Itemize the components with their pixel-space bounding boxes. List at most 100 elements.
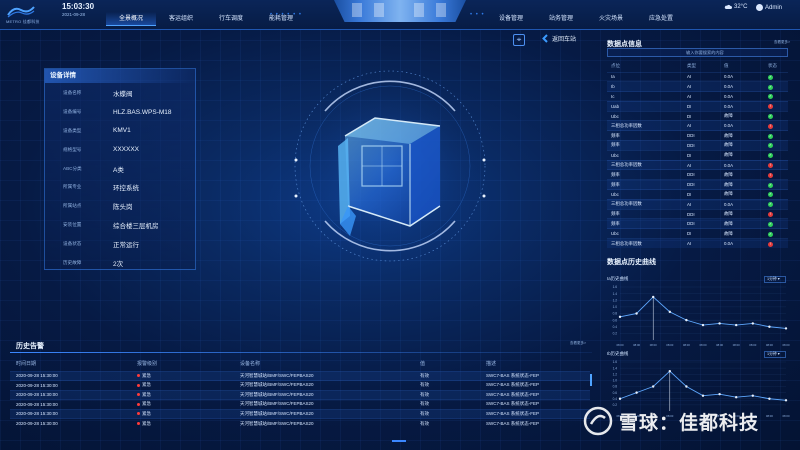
detail-key: 设备编号: [63, 109, 82, 115]
alarm-dot-icon: [137, 374, 140, 378]
datapoint-row[interactable]: Ubc DI 故障 ✓: [607, 110, 788, 121]
datapoint-row[interactable]: 频率 DDI 故障 ✓: [607, 140, 788, 151]
data-point[interactable]: [668, 369, 671, 373]
data-point[interactable]: [635, 391, 638, 394]
alarm-row[interactable]: 2020-09-28 15:30:00 紧急 天河智慧城站/BMF/SWC/FEPB…: [10, 399, 590, 409]
alarm-row[interactable]: 2020-09-28 15:30:00 紧急 天河智慧城站/BMF/SWC/FEPB…: [10, 389, 590, 400]
datapoint-row[interactable]: Ib AI 0.0A ✓: [607, 81, 788, 92]
nav-overview[interactable]: 全景概况: [106, 12, 156, 26]
alarm-dot-icon: [137, 421, 140, 425]
data-point[interactable]: [718, 392, 721, 396]
datapoint-row[interactable]: Ubc DI 故障 ✓: [607, 228, 788, 239]
alarm-row[interactable]: 2020-09-28 15:30:00 紧急 天河智慧城站/BMF/SWC/FEPB…: [10, 380, 590, 390]
data-point[interactable]: [735, 323, 738, 327]
datapoint-value: 0.0A: [724, 91, 768, 102]
datapoint-point: 频率: [607, 169, 687, 180]
data-point[interactable]: [685, 318, 688, 322]
datapoint-value: 故障: [724, 149, 768, 161]
datapoint-value: 0.0A: [724, 100, 768, 112]
detail-key: 设备名称: [63, 90, 82, 96]
data-point[interactable]: [768, 397, 771, 400]
datapoint-type: DDI: [687, 130, 724, 141]
interval-select-ia[interactable]: 1分钟 ▾: [764, 276, 786, 283]
x-tick-label: 08:00: [683, 343, 690, 347]
datapoint-row[interactable]: 频率 DDI 故障!: [607, 208, 788, 219]
curve-ia-title: Ia历史曲线: [607, 276, 629, 281]
user-menu[interactable]: Admin: [756, 4, 782, 11]
col-type: 类型: [687, 62, 696, 68]
datapoint-row[interactable]: 三相总功率因数 AI 0.0A!: [607, 159, 788, 170]
nav-passenger[interactable]: 客运组织: [156, 12, 206, 26]
datapoint-row[interactable]: 频率 DDI 故障 ✓: [607, 179, 788, 190]
nav-emergency[interactable]: 应急处置: [636, 12, 686, 26]
alarm-row[interactable]: 2020-09-28 15:30:00 紧急 天河智慧城站/BMF/SWC/FEPB…: [10, 418, 590, 428]
x-tick-label: 08:00: [733, 343, 740, 347]
data-point[interactable]: [768, 325, 771, 328]
data-point[interactable]: [668, 310, 671, 314]
data-point[interactable]: [618, 315, 622, 319]
datapoint-row[interactable]: Ic AI 0.0A ✓: [607, 91, 788, 102]
datapoint-row[interactable]: Uab DI 0.0A!: [607, 100, 788, 112]
y-tick-label: 0.8: [613, 312, 618, 316]
data-point[interactable]: [751, 394, 754, 397]
detail-value: 水蝶阀: [113, 91, 133, 99]
datapoint-row[interactable]: Ubc DI 故障 ✓: [607, 149, 788, 161]
data-point[interactable]: [652, 385, 655, 388]
alarm-device: 天河智慧城站/BMF/SWC/FEPBAS20: [240, 389, 420, 400]
alert-circle-icon: !: [768, 172, 773, 178]
data-point[interactable]: [784, 399, 788, 402]
crosshair-icon[interactable]: ⌖: [513, 34, 525, 46]
datapoint-row[interactable]: 三相总功率因数 AI 0.0A!: [607, 238, 788, 249]
datapoint-point: Ubc: [607, 228, 687, 239]
snowball-logo-icon: [583, 406, 613, 436]
device-3d-model-view[interactable]: [290, 66, 490, 266]
col-device: 设备名称: [240, 360, 261, 367]
y-tick-label: 0.6: [613, 318, 618, 322]
datapoint-row[interactable]: Ubc DI 故障 ✓: [607, 189, 788, 200]
datapoint-point: Ia: [607, 71, 687, 82]
page-indicator[interactable]: [392, 440, 406, 442]
data-point[interactable]: [701, 394, 705, 397]
alarm-value: 有效: [420, 370, 486, 381]
datapoint-row[interactable]: 三相总功率因数 AI 0.0A!: [607, 120, 788, 131]
data-point[interactable]: [735, 396, 738, 399]
datapoint-row[interactable]: 频率 DDI 故障 ✓: [607, 218, 788, 229]
curve-ib-title: Ib历史曲线: [607, 351, 629, 356]
data-point[interactable]: [751, 322, 754, 325]
alarm-device: 天河智慧城站/BMF/SWC/FEPBAS20: [240, 408, 420, 419]
datapoint-row[interactable]: 三相总功率因数 AI 0.0A ✓: [607, 198, 788, 210]
back-to-station-button[interactable]: 返回车站: [541, 34, 576, 43]
nav-fire[interactable]: 火灾场景: [586, 12, 636, 26]
datapoint-point: Uab: [607, 100, 687, 112]
nav-station[interactable]: 站务管理: [536, 12, 586, 26]
datapoint-value: 故障: [724, 218, 768, 229]
datapoint-search-input[interactable]: 输入你要搜索的内容: [607, 48, 788, 57]
nav-device[interactable]: 设备管理: [486, 12, 536, 26]
y-tick-label: 0.6: [613, 391, 618, 395]
datapoint-row[interactable]: 频率 DDI 故障!: [607, 169, 788, 180]
y-tick-label: 0.2: [613, 332, 618, 336]
alarm-row[interactable]: 2020-09-28 15:30:00 紧急 天河智慧城站/BMF/SWC/FEPB…: [10, 370, 590, 381]
alarm-more-link[interactable]: 查看更多>: [570, 341, 586, 346]
data-point[interactable]: [685, 385, 688, 388]
datapoints-more-link[interactable]: 查看更多>: [774, 40, 790, 45]
data-point[interactable]: [618, 397, 622, 400]
data-point[interactable]: [784, 327, 788, 330]
data-point[interactable]: [701, 323, 705, 327]
datapoint-status-cell: ✓: [768, 130, 788, 141]
data-point[interactable]: [718, 322, 721, 325]
alarm-value: 有效: [420, 380, 486, 390]
datapoint-status-cell: !: [768, 120, 788, 131]
data-point[interactable]: [652, 295, 655, 299]
alarm-scrollbar[interactable]: [590, 374, 592, 386]
interval-select-ib[interactable]: 1分钟 ▾: [764, 351, 786, 358]
check-circle-icon: ✓: [768, 143, 773, 149]
datapoint-type: DDI: [687, 179, 724, 190]
alarm-level-cell: 紧急: [137, 408, 240, 419]
nav-dispatch[interactable]: 行车调度: [206, 12, 256, 26]
alarm-row[interactable]: 2020-09-28 15:30:00 紧急 天河智慧城站/BMF/SWC/FEPB…: [10, 408, 590, 419]
datapoint-row[interactable]: Ia AI 0.0A ✓: [607, 71, 788, 82]
datapoint-value: 故障: [724, 140, 768, 151]
datapoint-row[interactable]: 频率 DDI 故障 ✓: [607, 130, 788, 141]
data-point[interactable]: [635, 312, 638, 315]
